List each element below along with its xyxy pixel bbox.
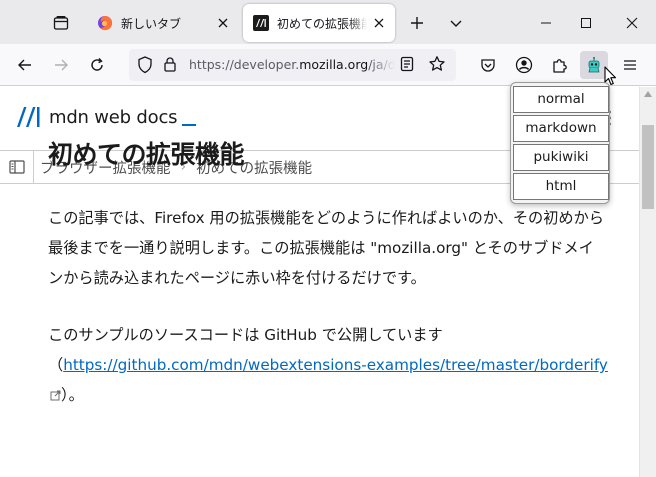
extension-popup: normal markdown pukiwiki html [510,82,610,204]
html-button[interactable]: html [513,173,609,200]
reload-icon [91,58,103,71]
source-text-after: ）。 [61,386,84,404]
shield-icon[interactable] [137,56,153,74]
firefox-view-icon [53,16,69,30]
url-path: /ja/docs/Mozilla/Add-ons/WebExtensions/Y… [368,57,395,72]
sidebar-icon [8,160,25,174]
intro-paragraph: この記事では、Firefox 用の拡張機能をどのように作ればよいのか、その初めか… [48,209,604,287]
url-bar[interactable]: https://developer.mozilla.org/ja/docs/Mo… [129,49,456,81]
tab-new-tab[interactable]: 新しいタブ [87,4,239,42]
account-icon [515,56,533,74]
puzzle-icon [553,59,567,73]
plus-icon [411,17,423,29]
mdn-icon [253,15,269,31]
star-icon[interactable] [428,55,446,73]
minimize-button[interactable] [526,6,566,40]
account-button[interactable] [510,51,538,79]
mdn-logo-text: mdn web docs [49,107,178,128]
navigation-toolbar: https://developer.mozilla.org/ja/docs/Mo… [0,44,656,86]
maximize-button[interactable] [566,6,606,40]
close-icon [626,17,638,29]
close-icon [374,18,384,28]
normal-button[interactable]: normal [513,86,609,113]
mdn-logo[interactable]: mdn web docs [16,106,197,128]
tab-close-button[interactable] [211,11,235,35]
url-domain: mozilla.org [299,57,369,72]
back-button[interactable] [11,51,39,79]
chevron-down-icon [450,20,462,27]
github-link-text: https://github.com/mdn/webextensions-exa… [63,356,608,374]
robot-icon [588,57,600,73]
firefox-icon [98,16,113,31]
minimize-icon [541,22,551,24]
tab-close-button[interactable] [367,11,391,35]
lock-icon[interactable] [163,56,177,73]
tab-first-extension[interactable]: 初めての拡張機能 - Mozilla [243,4,395,42]
arrow-right-icon [55,59,68,71]
logo-underscore [182,124,197,126]
url-prefix: https://developer. [189,57,300,72]
list-all-tabs-button[interactable] [443,10,469,36]
tab-bar: 新しいタブ 初めての拡張機能 - Mozilla [0,0,656,44]
mdn-logo-icon [17,107,40,127]
external-link-icon [50,390,61,401]
firefox-view-button[interactable] [46,8,76,38]
page-scrollbar[interactable] [639,87,656,477]
extensions-button[interactable] [546,51,574,79]
menu-button[interactable] [616,51,644,79]
markdown-button[interactable]: markdown [513,115,609,142]
reader-view-icon[interactable] [400,56,414,72]
reload-button[interactable] [83,51,111,79]
hamburger-menu-icon [624,60,636,70]
forward-button[interactable] [47,51,75,79]
close-window-button[interactable] [612,6,652,40]
scroll-up-icon[interactable] [644,91,652,97]
maximize-icon [581,18,591,28]
pukiwiki-button[interactable]: pukiwiki [513,144,609,171]
new-tab-button[interactable] [404,10,430,36]
pocket-icon [481,59,495,72]
tab-title: 初めての拡張機能 - Mozilla [277,16,367,31]
url-text[interactable]: https://developer.mozilla.org/ja/docs/Mo… [189,57,395,72]
mouse-cursor-icon [604,66,617,86]
sidebar-toggle-button[interactable] [0,151,34,183]
github-link[interactable]: https://github.com/mdn/webextensions-exa… [63,356,608,374]
source-paragraph: このサンプルのソースコードは GitHub で公開しています（https://g… [48,320,608,410]
pocket-button[interactable] [474,51,502,79]
arrow-left-icon [18,59,31,71]
scrollbar-thumb[interactable] [642,125,654,209]
close-icon [218,18,228,28]
tab-title: 新しいタブ [121,16,182,31]
